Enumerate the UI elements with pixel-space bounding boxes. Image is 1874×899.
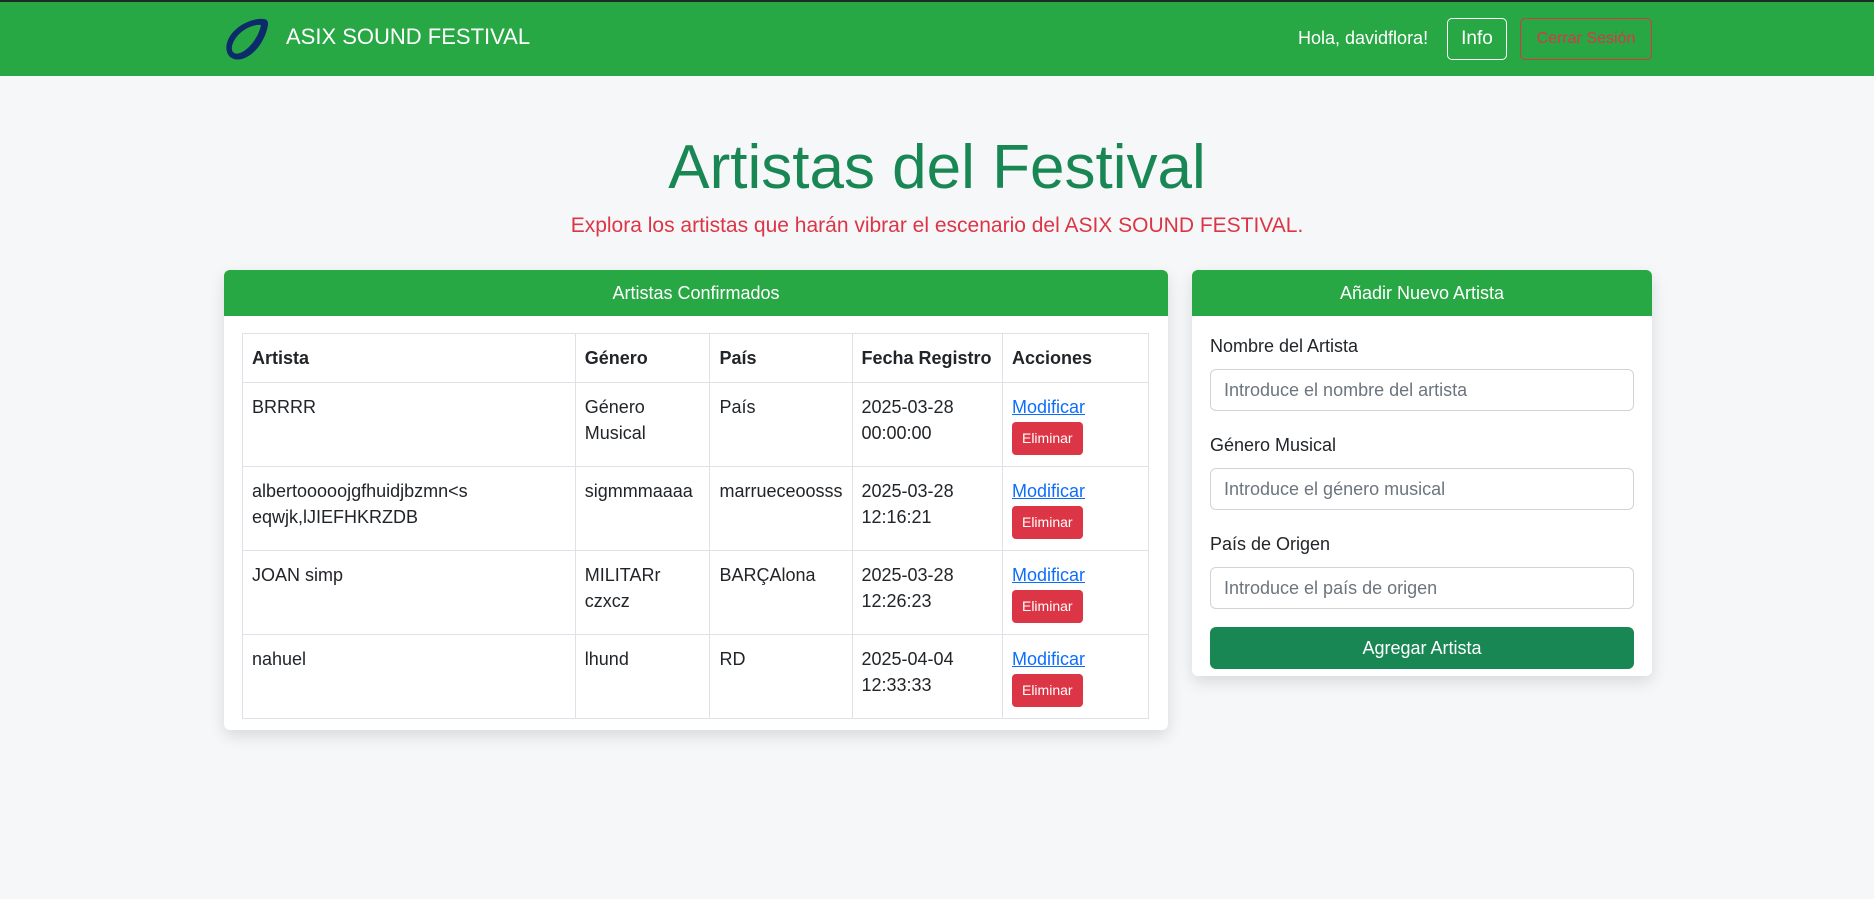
modify-link[interactable]: Modificar (1012, 562, 1139, 588)
cell-country: País (709, 382, 853, 467)
swoosh-logo-icon[interactable] (222, 16, 270, 64)
cell-country: RD (709, 634, 853, 719)
delete-button[interactable]: Eliminar (1011, 674, 1083, 707)
column-header-genre: Género (574, 333, 711, 383)
cell-genre: sigmmmaaaa (574, 466, 711, 551)
cell-country: BARÇAlona (709, 550, 853, 635)
cell-date: 2025-03-28 12:16:21 (851, 466, 1003, 551)
add-artist-card: Añadir Nuevo Artista Nombre del Artista … (1192, 270, 1652, 676)
add-artist-button[interactable]: Agregar Artista (1210, 627, 1634, 669)
column-header-artist: Artista (242, 333, 576, 383)
cell-artist: albertooooojgfhuidjbzmn<s eqwjk,lJIEFHKR… (242, 466, 576, 551)
artists-card: Artistas Confirmados Artista Género País… (224, 270, 1168, 730)
info-button[interactable]: Info (1447, 18, 1507, 60)
genre-label: Género Musical (1210, 435, 1337, 455)
cell-date: 2025-03-28 00:00:00 (851, 382, 1003, 467)
logout-button[interactable]: Cerrar Sesión (1520, 18, 1652, 60)
column-header-actions: Acciones (1001, 333, 1150, 383)
country-input[interactable] (1210, 567, 1634, 609)
cell-genre: Género Musical (574, 382, 711, 467)
modify-link[interactable]: Modificar (1012, 478, 1139, 504)
cell-country: marrueceoosss (709, 466, 853, 551)
artist-name-input[interactable] (1210, 369, 1634, 411)
page-subtitle: Explora los artistas que harán vibrar el… (570, 214, 1304, 237)
country-label: País de Origen (1210, 534, 1331, 554)
table-row: JOAN simp MILITARr czxcz BARÇAlona 2025-… (242, 550, 1150, 635)
delete-button[interactable]: Eliminar (1011, 590, 1083, 623)
column-header-country: País (709, 333, 853, 383)
cell-actions: Modificar Eliminar (1001, 550, 1150, 635)
page-title: Artistas del Festival (668, 133, 1206, 202)
user-greeting: Hola, davidflora! (1298, 28, 1429, 48)
add-artist-form: Nombre del Artista Género Musical País d… (1192, 316, 1652, 669)
modify-link[interactable]: Modificar (1012, 394, 1139, 420)
artists-card-header: Artistas Confirmados (224, 270, 1168, 316)
cell-artist: BRRRR (242, 382, 576, 467)
cell-genre: lhund (574, 634, 711, 719)
artist-name-label: Nombre del Artista (1210, 336, 1359, 356)
cell-actions: Modificar Eliminar (1001, 382, 1150, 467)
cell-artist: nahuel (242, 634, 576, 719)
delete-button[interactable]: Eliminar (1011, 506, 1083, 539)
add-artist-card-header: Añadir Nuevo Artista (1192, 270, 1652, 316)
column-header-date: Fecha Registro (851, 333, 1003, 383)
delete-button[interactable]: Eliminar (1011, 422, 1083, 455)
table-row: albertooooojgfhuidjbzmn<s eqwjk,lJIEFHKR… (242, 466, 1150, 551)
cell-genre: MILITARr czxcz (574, 550, 711, 635)
table-row: BRRRR Género Musical País 2025-03-28 00:… (242, 382, 1150, 467)
cell-date: 2025-04-04 12:33:33 (851, 634, 1003, 719)
navbar: ASIX SOUND FESTIVAL Hola, davidflora! In… (0, 2, 1874, 76)
cell-date: 2025-03-28 12:26:23 (851, 550, 1003, 635)
table-row: nahuel lhund RD 2025-04-04 12:33:33 Modi… (242, 634, 1150, 719)
table-header-row: Artista Género País Fecha Registro Accio… (242, 333, 1150, 383)
brand-name[interactable]: ASIX SOUND FESTIVAL (286, 24, 530, 50)
cell-actions: Modificar Eliminar (1001, 466, 1150, 551)
modify-link[interactable]: Modificar (1012, 646, 1139, 672)
cell-actions: Modificar Eliminar (1001, 634, 1150, 719)
genre-input[interactable] (1210, 468, 1634, 510)
cell-artist: JOAN simp (242, 550, 576, 635)
artists-table: Artista Género País Fecha Registro Accio… (242, 333, 1150, 719)
